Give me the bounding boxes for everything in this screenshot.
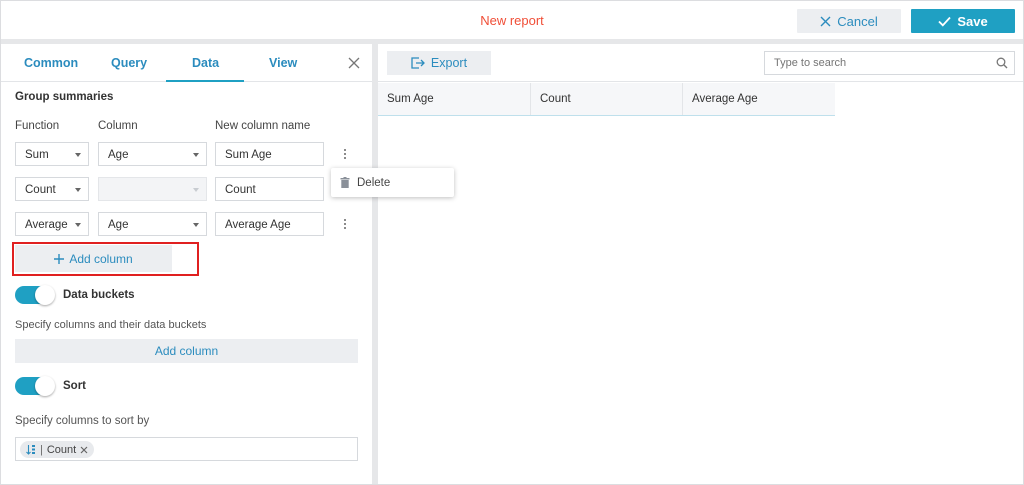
sort-label: Sort xyxy=(63,380,86,392)
close-icon xyxy=(820,16,831,26)
delete-menu-item[interactable]: Delete xyxy=(357,177,390,189)
chip-separator: | xyxy=(40,443,43,456)
data-buckets-label: Data buckets xyxy=(63,289,135,301)
grid-header: Sum Age Count Average Age xyxy=(378,83,835,116)
save-label: Save xyxy=(957,13,988,29)
check-icon xyxy=(938,16,951,27)
save-button[interactable]: Save xyxy=(911,9,1015,33)
column-select[interactable]: Age xyxy=(98,212,207,236)
remove-chip-icon[interactable] xyxy=(80,446,88,454)
toggle-knob xyxy=(35,376,55,396)
cancel-button[interactable]: Cancel xyxy=(797,9,901,33)
preview-toolbar: Export xyxy=(378,44,1023,82)
export-icon xyxy=(411,57,425,69)
column-value: Age xyxy=(108,149,129,161)
active-tab-indicator xyxy=(166,80,244,82)
new-name-field[interactable]: Sum Age xyxy=(215,142,324,166)
tab-query[interactable]: Query xyxy=(111,56,147,70)
data-buckets-hint: Specify columns and their data buckets xyxy=(15,319,207,331)
function-select[interactable]: Average xyxy=(15,212,89,236)
chip-label: Count xyxy=(46,443,77,456)
column-header: Column xyxy=(98,120,138,132)
function-value: Average xyxy=(25,219,68,231)
chevron-down-icon xyxy=(193,188,199,192)
cancel-label: Cancel xyxy=(837,13,878,29)
top-bar: New report Cancel Save xyxy=(1,1,1023,39)
search-box[interactable] xyxy=(764,51,1015,75)
grid-column-header[interactable]: Sum Age xyxy=(378,83,531,115)
chevron-down-icon xyxy=(75,153,81,157)
sort-ascending-icon xyxy=(26,445,35,455)
tab-bar: Common Query Data View xyxy=(1,44,372,82)
column-select xyxy=(98,177,207,201)
chevron-down-icon xyxy=(75,223,81,227)
new-name-field[interactable]: Average Age xyxy=(215,212,324,236)
preview-panel: Export Sum Age Count Average Age xyxy=(378,44,1023,484)
new-name-field[interactable]: Count xyxy=(215,177,324,201)
section-title: Group summaries xyxy=(15,91,114,103)
chevron-down-icon xyxy=(75,188,81,192)
function-value: Count xyxy=(25,184,56,196)
column-select[interactable]: Age xyxy=(98,142,207,166)
tab-data[interactable]: Data xyxy=(192,56,219,70)
highlight-box xyxy=(12,242,199,276)
tab-view[interactable]: View xyxy=(269,56,297,70)
toggle-knob xyxy=(35,285,55,305)
search-icon[interactable] xyxy=(996,57,1008,69)
export-button[interactable]: Export xyxy=(387,51,491,75)
add-bucket-column-button[interactable]: Add column xyxy=(15,339,358,363)
data-buckets-toggle[interactable] xyxy=(15,285,55,305)
more-options-icon[interactable] xyxy=(343,149,347,161)
chevron-down-icon xyxy=(193,153,199,157)
tab-common[interactable]: Common xyxy=(24,56,78,70)
search-input[interactable] xyxy=(774,57,984,69)
new-name-header: New column name xyxy=(215,120,311,132)
trash-icon xyxy=(340,177,350,188)
sort-columns-input[interactable]: | Count xyxy=(15,437,358,461)
export-label: Export xyxy=(430,56,468,70)
chevron-down-icon xyxy=(193,223,199,227)
function-select[interactable]: Sum xyxy=(15,142,89,166)
grid-column-header[interactable]: Count xyxy=(531,83,683,115)
sort-toggle[interactable] xyxy=(15,376,55,396)
close-panel-icon[interactable] xyxy=(348,57,360,69)
settings-panel: Common Query Data View Group summaries F… xyxy=(1,44,372,484)
sort-chip[interactable]: | Count xyxy=(20,441,95,458)
more-options-icon[interactable] xyxy=(343,219,347,231)
grid-column-header[interactable]: Average Age xyxy=(683,83,835,115)
sort-hint: Specify columns to sort by xyxy=(15,415,150,427)
context-menu: Delete xyxy=(331,168,454,197)
column-value: Age xyxy=(108,219,129,231)
function-header: Function xyxy=(15,120,60,132)
function-value: Sum xyxy=(25,149,49,161)
function-select[interactable]: Count xyxy=(15,177,89,201)
